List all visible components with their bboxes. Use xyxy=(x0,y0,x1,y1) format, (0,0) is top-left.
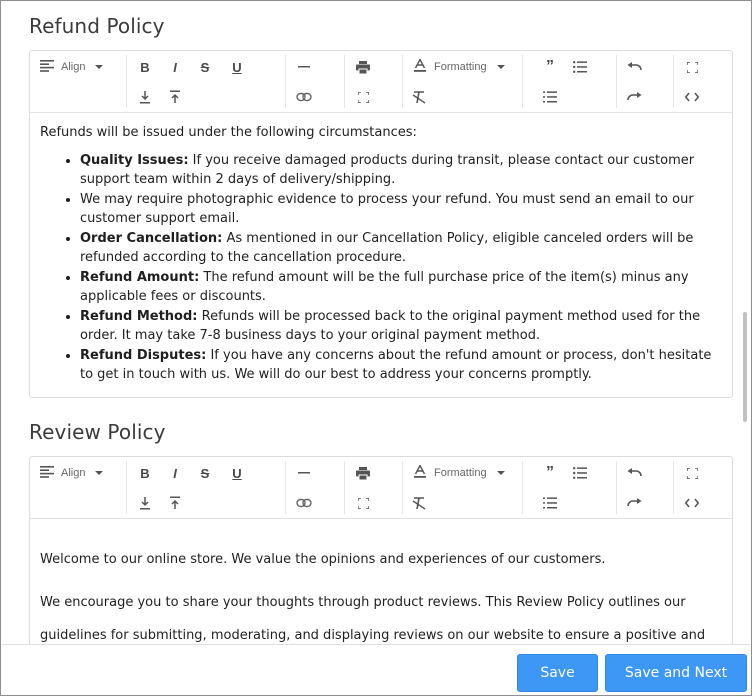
link-icon[interactable] xyxy=(291,491,317,515)
italic-icon[interactable]: I xyxy=(162,55,188,79)
redo-icon[interactable] xyxy=(621,85,647,109)
undo-icon[interactable] xyxy=(621,461,647,485)
policy-editor-dialog: Refund Policy Align B I S U Formatting ”… xyxy=(0,0,752,696)
refund-policy-title: Refund Policy xyxy=(29,14,165,38)
list-item-text: We may require photographic evidence to … xyxy=(80,191,694,227)
list-item: We may require photographic evidence to … xyxy=(80,190,722,229)
underline-icon[interactable]: U xyxy=(224,461,250,485)
list-item: Refund Method: Refunds will be processed… xyxy=(80,307,722,346)
chevron-down-icon xyxy=(95,471,104,475)
editor-toolbar: Align B I S U Formatting ” xyxy=(30,51,732,113)
chevron-down-icon xyxy=(496,471,505,475)
subscript-icon[interactable] xyxy=(132,491,158,515)
fullscreen-icon[interactable] xyxy=(350,85,376,109)
blockquote-icon[interactable]: ” xyxy=(537,55,563,79)
list-item-label: Quality Issues: xyxy=(80,152,189,168)
subscript-icon[interactable] xyxy=(132,85,158,109)
align-left-icon xyxy=(40,465,54,481)
list-item-label: Refund Disputes: xyxy=(80,347,207,363)
strikethrough-icon[interactable]: S xyxy=(192,55,218,79)
strikethrough-icon[interactable]: S xyxy=(192,461,218,485)
clear-format-icon[interactable] xyxy=(406,85,432,109)
review-paragraph: Welcome to our online store. We value th… xyxy=(40,552,606,567)
bold-icon[interactable]: B xyxy=(132,461,158,485)
list-item: Order Cancellation: As mentioned in our … xyxy=(80,229,722,268)
formatting-dropdown[interactable]: Formatting xyxy=(414,461,505,485)
horizontal-rule-icon[interactable] xyxy=(291,55,317,79)
list-item-label: Order Cancellation: xyxy=(80,230,223,246)
align-label: Align xyxy=(61,61,86,73)
list-item: Refund Amount: The refund amount will be… xyxy=(80,268,722,307)
list-item-label: Refund Amount: xyxy=(80,269,200,285)
refund-policy-content[interactable]: Refunds will be issued under the followi… xyxy=(30,113,732,397)
link-icon[interactable] xyxy=(291,85,317,109)
bullet-list-icon[interactable] xyxy=(567,55,593,79)
numbered-list-icon[interactable] xyxy=(537,85,563,109)
blockquote-icon[interactable]: ” xyxy=(537,461,563,485)
bold-icon[interactable]: B xyxy=(132,55,158,79)
chevron-down-icon xyxy=(496,65,505,69)
clear-format-icon[interactable] xyxy=(406,491,432,515)
formatting-label: Formatting xyxy=(434,61,487,73)
italic-icon[interactable]: I xyxy=(162,461,188,485)
review-policy-content[interactable]: Welcome to our online store. We value th… xyxy=(30,519,732,644)
list-item: Quality Issues: If you receive damaged p… xyxy=(80,151,722,190)
chevron-down-icon xyxy=(95,65,104,69)
align-left-icon xyxy=(40,59,54,75)
refund-policy-editor: Align B I S U Formatting ” Refunds will … xyxy=(29,50,733,398)
align-dropdown[interactable]: Align xyxy=(40,55,104,79)
fullscreen-icon[interactable] xyxy=(350,491,376,515)
align-label: Align xyxy=(61,467,86,479)
review-paragraph: We encourage you to share your thoughts … xyxy=(40,595,706,643)
undo-icon[interactable] xyxy=(621,55,647,79)
refund-list: Quality Issues: If you receive damaged p… xyxy=(40,151,722,385)
font-color-icon xyxy=(414,58,426,75)
refund-intro: Refunds will be issued under the followi… xyxy=(40,125,417,140)
vertical-scrollbar[interactable] xyxy=(743,312,747,422)
numbered-list-icon[interactable] xyxy=(537,491,563,515)
dialog-footer: Save Save and Next xyxy=(2,644,750,695)
horizontal-rule-icon[interactable] xyxy=(291,461,317,485)
superscript-icon[interactable] xyxy=(162,491,188,515)
expand-icon[interactable] xyxy=(679,461,705,485)
font-color-icon xyxy=(414,464,426,481)
code-view-icon[interactable] xyxy=(679,85,705,109)
save-button[interactable]: Save xyxy=(517,654,598,692)
save-and-next-button[interactable]: Save and Next xyxy=(605,654,747,692)
expand-icon[interactable] xyxy=(679,55,705,79)
superscript-icon[interactable] xyxy=(162,85,188,109)
review-policy-editor: Align B I S U Formatting ” Welcome to ou… xyxy=(29,456,733,644)
scroll-area[interactable]: Refund Policy Align B I S U Formatting ”… xyxy=(2,2,750,644)
list-item: Refund Disputes: If you have any concern… xyxy=(80,346,722,385)
underline-icon[interactable]: U xyxy=(224,55,250,79)
bullet-list-icon[interactable] xyxy=(567,461,593,485)
redo-icon[interactable] xyxy=(621,491,647,515)
list-item-label: Refund Method: xyxy=(80,308,198,324)
formatting-dropdown[interactable]: Formatting xyxy=(414,55,505,79)
print-icon[interactable] xyxy=(350,55,376,79)
code-view-icon[interactable] xyxy=(679,491,705,515)
formatting-label: Formatting xyxy=(434,467,487,479)
review-policy-title: Review Policy xyxy=(29,420,166,444)
align-dropdown[interactable]: Align xyxy=(40,461,104,485)
print-icon[interactable] xyxy=(350,461,376,485)
editor-toolbar: Align B I S U Formatting ” xyxy=(30,457,732,519)
